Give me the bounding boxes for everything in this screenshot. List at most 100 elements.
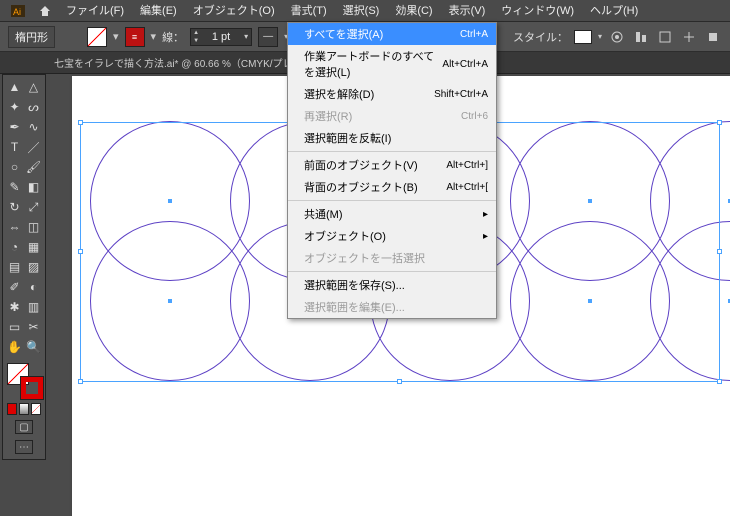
menu-item-label: すべてを選択(A) bbox=[304, 26, 383, 42]
menu-item[interactable]: すべてを選択(A)Ctrl+A bbox=[288, 23, 496, 45]
screen-mode[interactable]: ▢ bbox=[15, 420, 33, 434]
shape-builder-tool[interactable]: ◔ bbox=[5, 237, 24, 257]
gradient-tool[interactable]: ▨ bbox=[24, 257, 43, 277]
transform-icon[interactable] bbox=[680, 28, 698, 46]
fill-stroke-indicator[interactable] bbox=[5, 361, 45, 401]
direct-selection-tool[interactable]: △ bbox=[24, 77, 43, 97]
menu-item-label: 共通(M) bbox=[304, 206, 343, 222]
graphic-style-swatch[interactable] bbox=[574, 30, 592, 44]
handle-top-right[interactable] bbox=[717, 120, 722, 125]
eyedropper-tool[interactable]: ✐ bbox=[5, 277, 24, 297]
color-mode-solid[interactable] bbox=[7, 403, 17, 415]
spinner-up-icon[interactable]: ▲ bbox=[191, 29, 201, 37]
menu-item-label: 選択範囲を編集(E)... bbox=[304, 299, 405, 315]
menu-item: オブジェクトを一括選択 bbox=[288, 247, 496, 269]
menubar: Ai ファイル(F) 編集(E) オブジェクト(O) 書式(T) 選択(S) 効… bbox=[0, 0, 730, 22]
menu-item-label: 再選択(R) bbox=[304, 108, 352, 124]
slice-tool[interactable]: ✂ bbox=[24, 317, 43, 337]
magic-wand-tool[interactable]: ✦ bbox=[5, 97, 24, 117]
menu-item-shortcut: Alt+Ctrl+] bbox=[446, 160, 488, 171]
blend-tool[interactable]: ◐ bbox=[24, 277, 43, 297]
artboard-tool[interactable]: ▭ bbox=[5, 317, 24, 337]
zoom-tool[interactable]: 🔍 bbox=[24, 337, 43, 357]
menu-item-label: 作業アートボードのすべてを選択(L) bbox=[304, 48, 442, 80]
free-transform-tool[interactable]: ◫ bbox=[24, 217, 43, 237]
perspective-grid-tool[interactable]: ▦ bbox=[24, 237, 43, 257]
menu-effect[interactable]: 効果(C) bbox=[387, 0, 440, 22]
menu-item-shortcut: Alt+Ctrl+A bbox=[442, 59, 488, 70]
mesh-tool[interactable]: ▤ bbox=[5, 257, 24, 277]
menu-select[interactable]: 選択(S) bbox=[335, 0, 388, 22]
color-mode-row bbox=[5, 401, 43, 417]
menu-item[interactable]: 作業アートボードのすべてを選択(L)Alt+Ctrl+A bbox=[288, 45, 496, 83]
paintbrush-tool[interactable]: 🖌 bbox=[24, 157, 43, 177]
handle-bottom-left[interactable] bbox=[78, 379, 83, 384]
curvature-tool[interactable]: ∿ bbox=[24, 117, 43, 137]
chevron-down-icon[interactable]: ▾ bbox=[151, 30, 157, 43]
menu-item-shortcut: Shift+Ctrl+A bbox=[434, 89, 488, 100]
color-mode-none[interactable] bbox=[31, 403, 41, 415]
menu-help[interactable]: ヘルプ(H) bbox=[582, 0, 646, 22]
menu-item[interactable]: 共通(M) ▸ bbox=[288, 203, 496, 225]
variable-width-profile[interactable]: — bbox=[258, 27, 278, 47]
menu-item[interactable]: 選択を解除(D) Shift+Ctrl+A bbox=[288, 83, 496, 105]
chevron-down-icon[interactable]: ▾ bbox=[113, 30, 119, 43]
stroke-weight-field[interactable] bbox=[201, 29, 241, 45]
pen-tool[interactable]: ✒ bbox=[5, 117, 24, 137]
menu-item-label: オブジェクトを一括選択 bbox=[304, 250, 425, 266]
menu-view[interactable]: 表示(V) bbox=[441, 0, 494, 22]
spinner-down-icon[interactable]: ▼ bbox=[191, 37, 201, 45]
stroke-swatch[interactable]: ≡ bbox=[125, 27, 145, 47]
symbol-sprayer-tool[interactable]: ✱ bbox=[5, 297, 24, 317]
toolbox: ▲△ ✦ᔕ ✒∿ T／ ○🖌 ✎◧ ↻⤢ ⇔◫ ◔▦ ▤▨ ✐◐ ✱▥ ▭✂ ✋… bbox=[2, 74, 46, 460]
rotate-tool[interactable]: ↻ bbox=[5, 197, 24, 217]
handle-mid-left[interactable] bbox=[78, 249, 83, 254]
color-mode-gradient[interactable] bbox=[19, 403, 29, 415]
stroke-indicator[interactable] bbox=[21, 377, 43, 399]
eraser-tool[interactable]: ◧ bbox=[24, 177, 43, 197]
chevron-down-icon[interactable]: ▾ bbox=[598, 32, 602, 41]
lasso-tool[interactable]: ᔕ bbox=[24, 97, 43, 117]
selection-tool[interactable]: ▲ bbox=[5, 77, 24, 97]
menu-item[interactable]: オブジェクト(O)▸ bbox=[288, 225, 496, 247]
chevron-down-icon[interactable]: ▾ bbox=[241, 32, 251, 41]
handle-top-left[interactable] bbox=[78, 120, 83, 125]
handle-bottom-right[interactable] bbox=[717, 379, 722, 384]
menu-edit[interactable]: 編集(E) bbox=[132, 0, 185, 22]
menu-object[interactable]: オブジェクト(O) bbox=[185, 0, 283, 22]
menu-item-shortcut: Alt+Ctrl+[ bbox=[446, 182, 488, 193]
menu-type[interactable]: 書式(T) bbox=[283, 0, 335, 22]
menu-item-label: オブジェクト(O) bbox=[304, 228, 386, 244]
shape-options-icon[interactable] bbox=[656, 28, 674, 46]
stroke-weight-input[interactable]: ▲▼ ▾ bbox=[190, 28, 252, 46]
isolate-icon[interactable] bbox=[704, 28, 722, 46]
app-logo-icon: Ai bbox=[10, 4, 26, 18]
handle-mid-right[interactable] bbox=[717, 249, 722, 254]
scale-tool[interactable]: ⤢ bbox=[24, 197, 43, 217]
menu-window[interactable]: ウィンドウ(W) bbox=[493, 0, 582, 22]
align-icon[interactable] bbox=[632, 28, 650, 46]
fill-swatch[interactable] bbox=[87, 27, 107, 47]
menu-item[interactable]: 選択範囲を保存(S)... bbox=[288, 274, 496, 296]
style-label: スタイル： bbox=[513, 29, 568, 45]
stroke-label: 線： bbox=[162, 29, 184, 45]
menu-item-label: 選択を解除(D) bbox=[304, 86, 374, 102]
shaper-tool[interactable]: ✎ bbox=[5, 177, 24, 197]
width-tool[interactable]: ⇔ bbox=[5, 217, 24, 237]
edit-toolbar[interactable]: ⋯ bbox=[15, 440, 33, 454]
menu-item[interactable]: 背面のオブジェクト(B)Alt+Ctrl+[ bbox=[288, 176, 496, 198]
ellipse-tool[interactable]: ○ bbox=[5, 157, 24, 177]
type-tool[interactable]: T bbox=[5, 137, 24, 157]
column-graph-tool[interactable]: ▥ bbox=[24, 297, 43, 317]
menu-item: 選択範囲を編集(E)... bbox=[288, 296, 496, 318]
home-icon[interactable] bbox=[38, 4, 52, 18]
menu-item: 再選択(R)Ctrl+6 bbox=[288, 105, 496, 127]
submenu-arrow-icon: ▸ bbox=[483, 209, 488, 220]
recolor-icon[interactable] bbox=[608, 28, 626, 46]
menu-file[interactable]: ファイル(F) bbox=[58, 0, 132, 22]
menu-item[interactable]: 選択範囲を反転(I) bbox=[288, 127, 496, 149]
handle-bottom-mid[interactable] bbox=[397, 379, 402, 384]
menu-item[interactable]: 前面のオブジェクト(V)Alt+Ctrl+] bbox=[288, 154, 496, 176]
line-tool[interactable]: ／ bbox=[24, 137, 43, 157]
hand-tool[interactable]: ✋ bbox=[5, 337, 24, 357]
